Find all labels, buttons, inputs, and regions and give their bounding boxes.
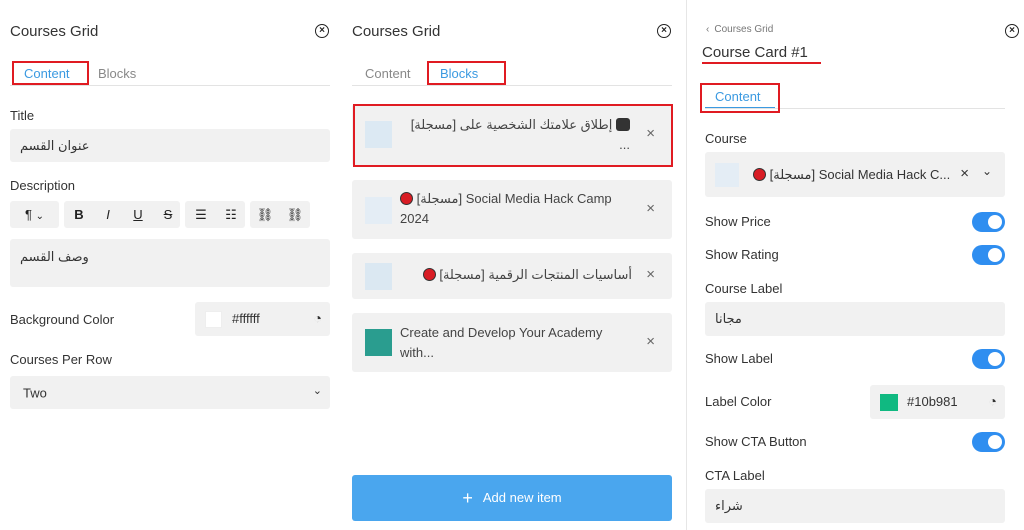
course-value-text: [مسجلة] Social Media Hack C... bbox=[769, 167, 951, 182]
chevron-left-icon: ‹ bbox=[706, 24, 710, 35]
block-title-line1: Create and Develop Your Academy bbox=[400, 325, 603, 340]
per-row-value: Two bbox=[23, 385, 47, 400]
left-panel: Courses Grid × Content Blocks Title عنوا… bbox=[0, 0, 341, 530]
chevron-down-icon[interactable]: ⌄ bbox=[982, 164, 992, 178]
close-icon[interactable]: × bbox=[1005, 24, 1019, 38]
breadcrumb-label: Courses Grid bbox=[714, 24, 774, 35]
course-select[interactable]: [مسجلة] Social Media Hack C... × ⌄ bbox=[705, 152, 1005, 197]
label-color-picker[interactable]: #10b981 ◔ bbox=[870, 385, 1005, 419]
block-title: أساسيات المنتجات الرقمية [مسجلة] bbox=[400, 265, 632, 285]
title-input[interactable]: عنوان القسم bbox=[10, 129, 330, 162]
red-circle-icon bbox=[422, 268, 436, 281]
add-item-label: Add new item bbox=[482, 490, 562, 505]
add-item-button[interactable]: + Add new item bbox=[352, 475, 672, 521]
block-title-line2: 2024 bbox=[400, 211, 429, 226]
close-icon[interactable]: × bbox=[657, 24, 671, 38]
panel-title: Course Card #1 bbox=[702, 44, 808, 61]
breadcrumb[interactable]: ‹ Courses Grid bbox=[706, 24, 773, 35]
tab-content[interactable]: Content bbox=[365, 66, 411, 81]
cta-label-value: شراء bbox=[715, 498, 743, 513]
unlink-button[interactable]: ⛓ bbox=[284, 201, 306, 228]
tab-divider bbox=[352, 85, 672, 86]
link-button[interactable]: ⛓ bbox=[254, 201, 276, 228]
block-title: [مسجلة] Social Media Hack Camp 2024 bbox=[400, 189, 632, 229]
cta-label-label: CTA Label bbox=[705, 468, 765, 483]
show-cta-toggle[interactable] bbox=[972, 432, 1005, 452]
per-row-select[interactable]: Two ⌄ bbox=[10, 376, 330, 409]
show-rating-toggle[interactable] bbox=[972, 245, 1005, 265]
block-item[interactable]: أساسيات المنتجات الرقمية [مسجلة] × bbox=[352, 253, 672, 299]
title-input-value: عنوان القسم bbox=[20, 137, 90, 153]
label-color-label: Label Color bbox=[705, 394, 772, 409]
block-title-line1: أساسيات المنتجات الرقمية [مسجلة] bbox=[439, 267, 632, 282]
description-label: Description bbox=[10, 178, 76, 193]
cta-label-input[interactable]: شراء bbox=[705, 489, 1005, 523]
show-price-label: Show Price bbox=[705, 214, 771, 229]
chevron-down-icon: ⌄ bbox=[35, 211, 44, 222]
chevron-down-icon: ⌄ bbox=[312, 385, 322, 397]
highlight-underline bbox=[702, 62, 821, 64]
red-circle-icon bbox=[400, 192, 413, 205]
show-rating-label: Show Rating bbox=[705, 247, 779, 262]
palette-icon[interactable]: ◔ bbox=[314, 310, 322, 326]
underline-button[interactable]: U bbox=[127, 201, 149, 228]
course-label-value: مجانا bbox=[715, 311, 742, 326]
bg-color-value: #ffffff bbox=[232, 311, 260, 326]
description-editor[interactable]: وصف القسم bbox=[10, 239, 330, 287]
show-label-toggle[interactable] bbox=[972, 349, 1005, 369]
highlight-box bbox=[700, 83, 780, 113]
right-panel bbox=[686, 0, 1024, 530]
paragraph-format-button[interactable]: ¶ ⌄ bbox=[10, 201, 59, 228]
panel-title: Courses Grid bbox=[352, 23, 441, 40]
bg-color-label: Background Color bbox=[10, 312, 115, 327]
highlight-box bbox=[353, 104, 673, 167]
italic-button[interactable]: I bbox=[97, 201, 119, 228]
numbered-list-button[interactable]: ☷ bbox=[220, 201, 242, 228]
course-label: Course bbox=[705, 131, 747, 146]
clear-icon[interactable]: × bbox=[960, 165, 969, 182]
block-title-line1: [مسجلة] Social Media Hack Camp bbox=[416, 191, 612, 206]
palette-icon[interactable]: ◔ bbox=[989, 393, 997, 409]
highlight-box bbox=[427, 61, 506, 85]
course-thumbnail bbox=[715, 163, 739, 187]
course-label-label: Course Label bbox=[705, 281, 783, 296]
bullet-list-button[interactable]: ☰ bbox=[190, 201, 212, 228]
plus-icon: + bbox=[462, 488, 473, 508]
course-thumbnail bbox=[365, 197, 392, 224]
block-item[interactable]: [مسجلة] Social Media Hack Camp 2024 × bbox=[352, 180, 672, 239]
course-thumbnail bbox=[365, 263, 392, 290]
panel-title: Courses Grid bbox=[10, 23, 99, 40]
course-value: [مسجلة] Social Media Hack C... bbox=[753, 167, 950, 183]
color-swatch bbox=[880, 394, 898, 411]
label-color-value: #10b981 bbox=[907, 394, 958, 409]
bold-button[interactable]: B bbox=[68, 201, 90, 228]
red-circle-icon bbox=[753, 168, 766, 181]
show-cta-label: Show CTA Button bbox=[705, 434, 807, 449]
remove-icon[interactable]: × bbox=[646, 333, 655, 350]
description-value: وصف القسم bbox=[20, 249, 89, 264]
strikethrough-button[interactable]: S bbox=[157, 201, 179, 228]
course-label-input[interactable]: مجانا bbox=[705, 302, 1005, 336]
course-thumbnail bbox=[365, 329, 392, 356]
show-label-label: Show Label bbox=[705, 351, 773, 366]
remove-icon[interactable]: × bbox=[646, 200, 655, 217]
show-price-toggle[interactable] bbox=[972, 212, 1005, 232]
tab-divider bbox=[10, 85, 330, 86]
title-label: Title bbox=[10, 108, 35, 123]
block-item[interactable]: Create and Develop Your Academy with... … bbox=[352, 313, 672, 372]
per-row-label: Courses Per Row bbox=[10, 352, 112, 367]
block-title: Create and Develop Your Academy with... bbox=[400, 323, 632, 363]
tab-blocks[interactable]: Blocks bbox=[98, 66, 136, 81]
color-swatch bbox=[205, 311, 222, 328]
paragraph-icon: ¶ bbox=[25, 207, 32, 222]
bg-color-picker[interactable]: #ffffff ◔ bbox=[195, 302, 330, 336]
close-icon[interactable]: × bbox=[315, 24, 329, 38]
block-title-line2: with... bbox=[400, 345, 434, 360]
highlight-box bbox=[12, 61, 89, 85]
remove-icon[interactable]: × bbox=[646, 266, 655, 283]
